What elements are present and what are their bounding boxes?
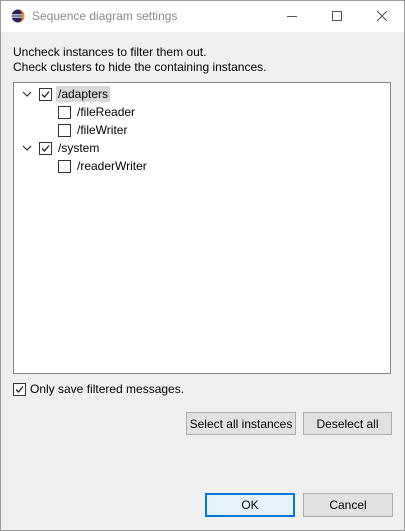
instance-tree[interactable]: /adapters /fileReader /fileWriter /syste…: [13, 82, 391, 374]
adapters-checkbox[interactable]: [39, 88, 52, 101]
tree-node-filewriter[interactable]: /fileWriter: [19, 121, 379, 139]
filewriter-checkbox[interactable]: [58, 124, 71, 137]
deselect-all-button[interactable]: Deselect all: [303, 412, 392, 435]
checkmark-icon: [41, 91, 50, 98]
save-filtered-checkbox[interactable]: [13, 383, 26, 396]
close-icon: [376, 10, 387, 24]
eclipse-icon: [11, 9, 25, 23]
minimize-icon: [286, 10, 297, 24]
tree-node-label[interactable]: /readerWriter: [75, 158, 149, 174]
checkmark-icon: [41, 145, 50, 152]
instruction-line-1: Uncheck instances to filter them out.: [13, 45, 207, 59]
title-bar[interactable]: Sequence diagram settings: [1, 1, 404, 32]
dialog-window: Sequence diagram settings Uncheck instan…: [0, 0, 405, 531]
select-all-instances-button[interactable]: Select all instances: [186, 412, 296, 435]
chevron-down-icon[interactable]: [21, 139, 33, 157]
tree-node-adapters[interactable]: /adapters: [19, 85, 379, 103]
maximize-button[interactable]: [314, 1, 359, 32]
tree-node-readerwriter[interactable]: /readerWriter: [19, 157, 379, 175]
checkmark-icon: [15, 386, 24, 393]
tree-node-filereader[interactable]: /fileReader: [19, 103, 379, 121]
tree-node-label[interactable]: /system: [56, 140, 101, 156]
system-checkbox[interactable]: [39, 142, 52, 155]
close-button[interactable]: [359, 1, 404, 32]
readerwriter-checkbox[interactable]: [58, 160, 71, 173]
minimize-button[interactable]: [269, 1, 314, 32]
tree-node-label[interactable]: /fileReader: [75, 104, 137, 120]
tree-node-label[interactable]: /fileWriter: [75, 122, 129, 138]
tree-node-system[interactable]: /system: [19, 139, 379, 157]
window-title: Sequence diagram settings: [32, 9, 178, 23]
tree-node-label[interactable]: /adapters: [56, 86, 111, 102]
instructions: Uncheck instances to filter them out. Ch…: [13, 45, 266, 75]
ok-button[interactable]: OK: [205, 493, 295, 517]
cancel-button[interactable]: Cancel: [303, 493, 393, 517]
maximize-icon: [331, 10, 342, 24]
chevron-down-icon[interactable]: [21, 85, 33, 103]
instruction-line-2: Check clusters to hide the containing in…: [13, 60, 267, 74]
save-filtered-label[interactable]: Only save filtered messages.: [30, 382, 184, 397]
filereader-checkbox[interactable]: [58, 106, 71, 119]
